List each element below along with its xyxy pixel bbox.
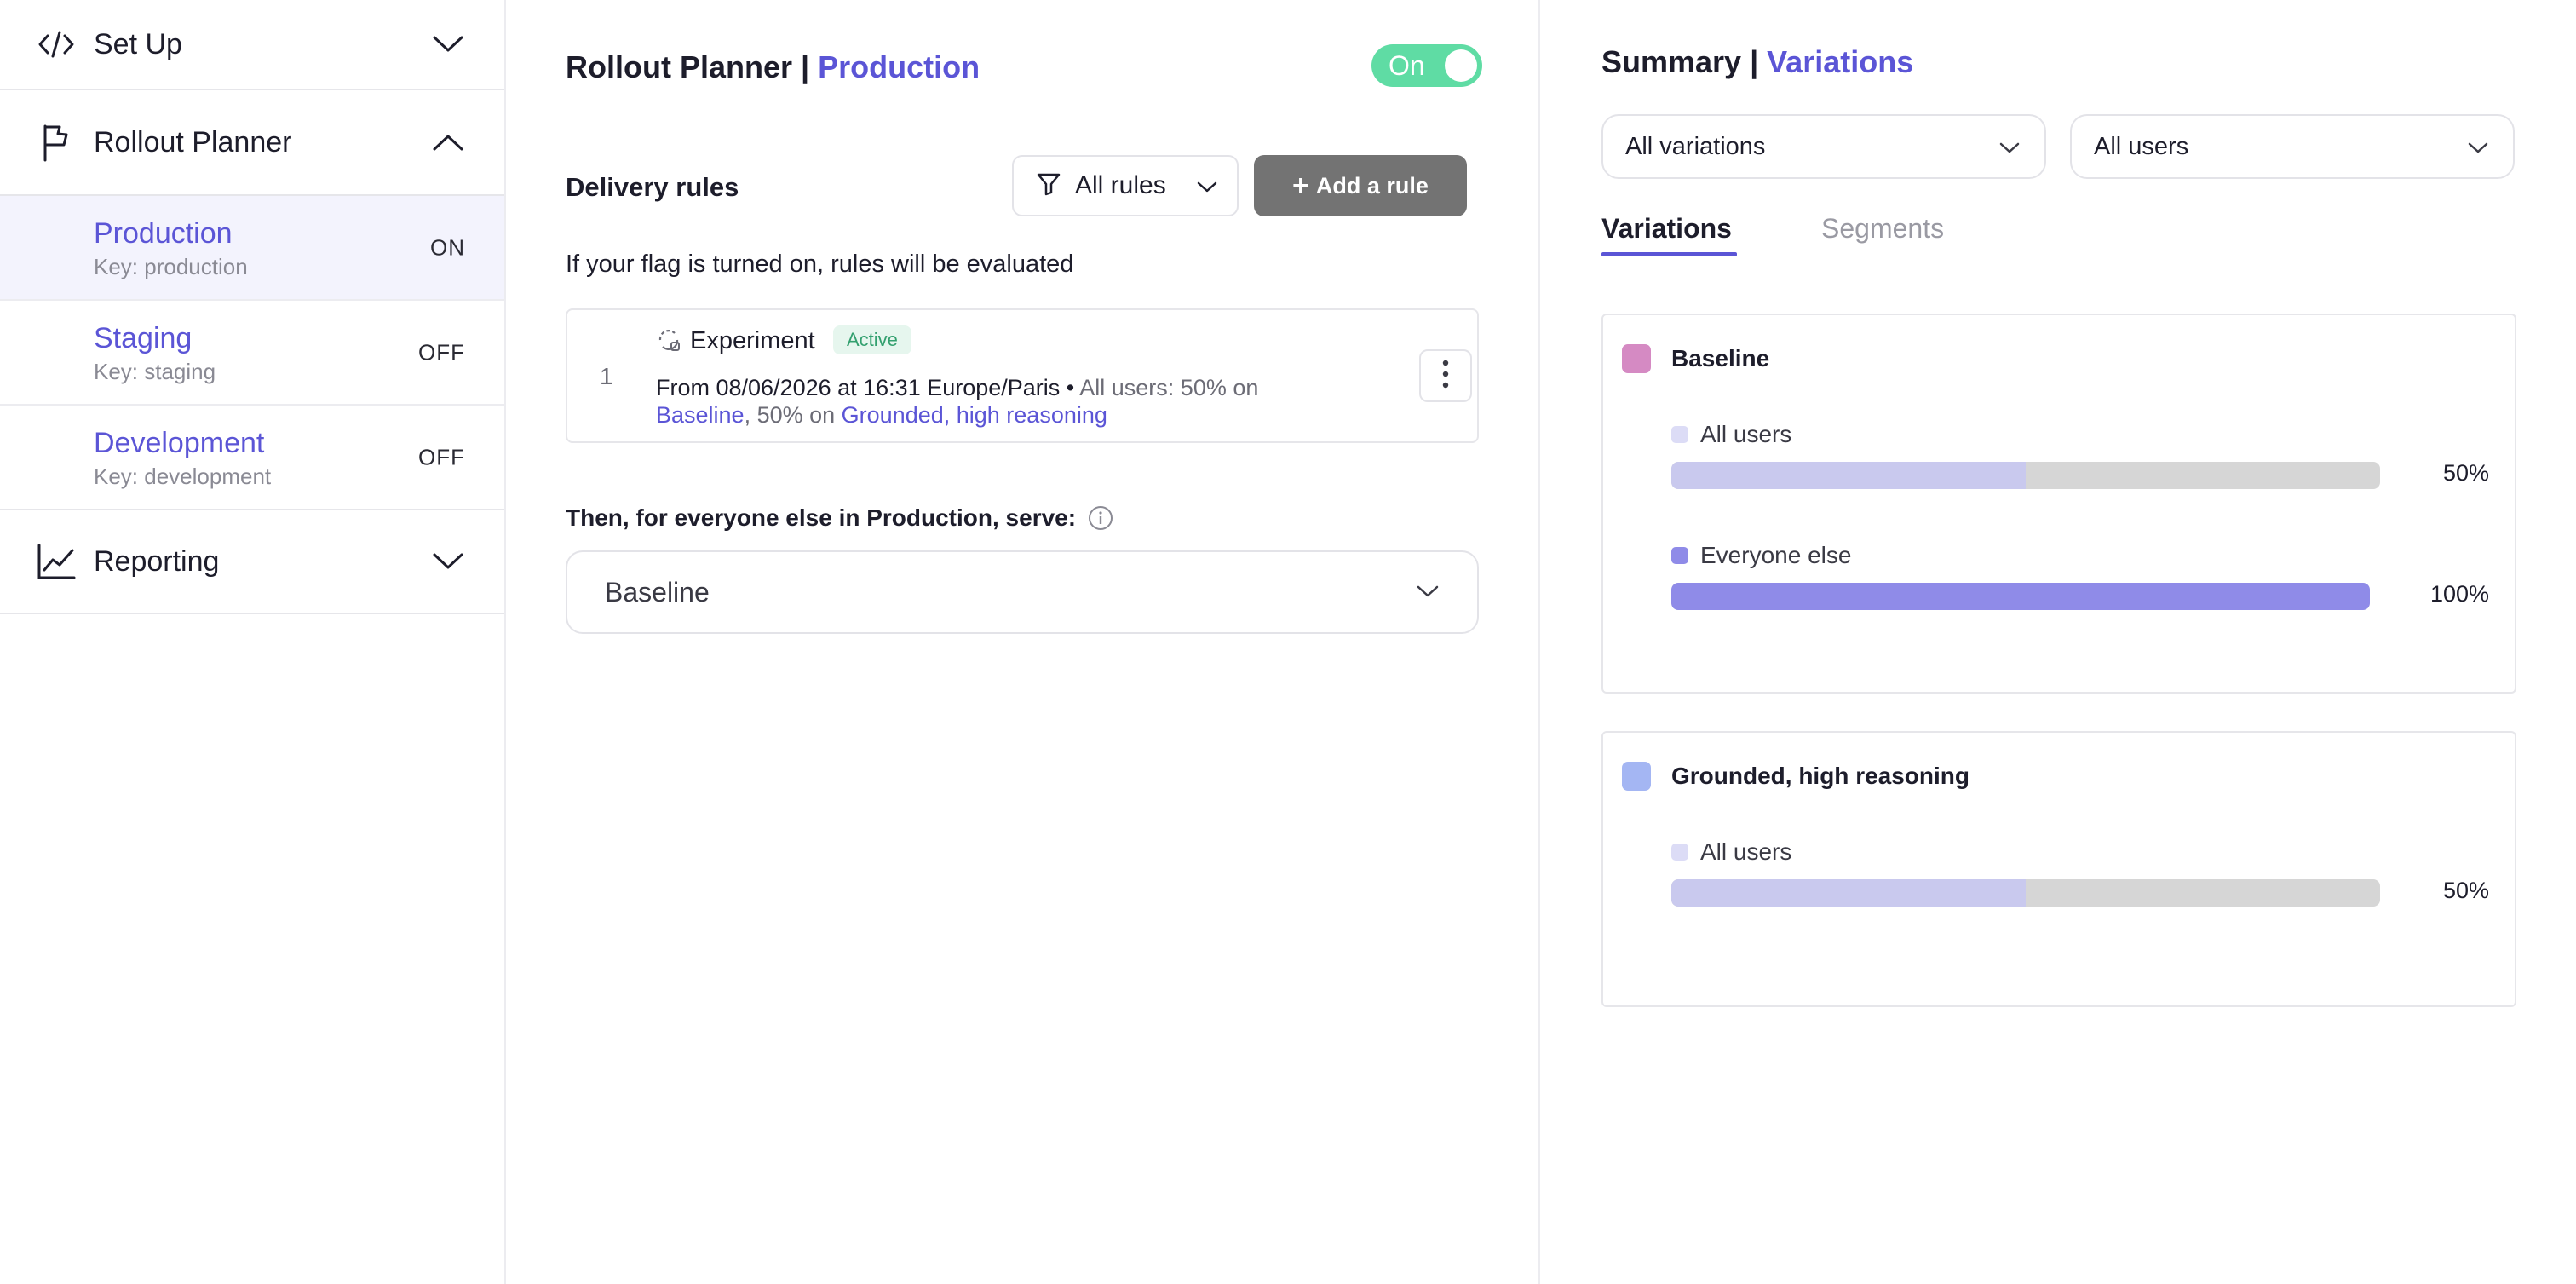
users-dropdown[interactable]: All users <box>2070 114 2515 179</box>
rule-split-text: , 50% on <box>744 402 842 428</box>
environment-state: OFF <box>418 339 465 365</box>
environment-state: ON <box>430 234 465 260</box>
allocation-bar <box>1671 879 2380 907</box>
sidebar-section-reporting[interactable]: Reporting <box>0 510 504 614</box>
rules-filter-dropdown[interactable]: All rules <box>1012 155 1239 216</box>
rule-schedule-text: From 08/06/2026 at 16:31 Europe/Paris • <box>656 375 1080 400</box>
status-badge: Active <box>833 325 911 354</box>
summary-title: Summary | Variations <box>1601 44 1913 80</box>
segment-label: All users <box>1671 421 2489 448</box>
variation-name: Baseline <box>1671 345 1770 371</box>
more-vertical-icon <box>1442 360 1449 393</box>
variations-dropdown[interactable]: All variations <box>1601 114 2046 179</box>
allocation-percent: 100% <box>2429 581 2489 607</box>
tab-segments[interactable]: Segments <box>1821 213 1944 245</box>
chevron-down-icon <box>2465 135 2491 167</box>
page-title-prefix: Rollout Planner | <box>566 49 819 84</box>
allocation-bar-fill <box>1671 583 2370 610</box>
tab-variations[interactable]: Variations <box>1601 213 1737 256</box>
rule-type: Experiment <box>690 327 815 354</box>
flag-icon <box>36 122 77 163</box>
environment-state: OFF <box>418 444 465 469</box>
variation-header: Grounded, high reasoning <box>1622 762 1969 791</box>
variation-link-baseline[interactable]: Baseline <box>656 402 745 428</box>
chevron-down-icon <box>1196 176 1218 202</box>
code-icon <box>36 24 77 65</box>
rollout-planner-panel: Rollout Planner | Production On Delivery… <box>508 0 1540 1284</box>
allocation-bar-fill <box>1671 462 2026 489</box>
rules-hint: If your flag is turned on, rules will be… <box>566 250 1074 278</box>
filter-icon <box>1036 171 1061 201</box>
sidebar-item-staging[interactable]: Staging Key: staging OFF <box>0 301 504 406</box>
info-icon[interactable] <box>1088 505 1113 531</box>
add-rule-button[interactable]: + Add a rule <box>1254 155 1467 216</box>
summary-panel: Summary | Variations All variations All … <box>1542 0 2576 1284</box>
variations-dropdown-value: All variations <box>1625 132 1766 160</box>
rule-split: Baseline, 50% on Grounded, high reasonin… <box>656 402 1107 429</box>
chevron-down-icon <box>1997 135 2022 167</box>
segment-label: All users <box>1671 838 2489 866</box>
plus-icon: + <box>1292 169 1309 202</box>
rule-schedule: From 08/06/2026 at 16:31 Europe/Paris • … <box>656 375 1258 401</box>
variation-card-baseline: Baseline All users 50% Everyone else 100… <box>1601 314 2516 694</box>
variation-card-grounded-high-reasoning: Grounded, high reasoning All users 50% <box>1601 731 2516 1007</box>
page-title-environment: Production <box>818 49 980 84</box>
segment-dot <box>1671 426 1688 443</box>
sidebar: Set Up Rollout Planner Production Key: p… <box>0 0 506 1284</box>
variation-color-swatch <box>1622 344 1651 373</box>
rule-number: 1 <box>600 363 613 389</box>
sidebar-section-rollout-planner[interactable]: Rollout Planner <box>0 90 504 196</box>
chevron-down-icon <box>1414 578 1441 609</box>
summary-title-prefix: Summary | <box>1601 44 1768 79</box>
allocation-bar <box>1671 583 2370 610</box>
experiment-icon <box>656 327 683 354</box>
segment-allocation: Everyone else 100% <box>1671 542 2489 610</box>
allocation-percent: 50% <box>2442 460 2489 486</box>
default-serve-value: Baseline <box>605 576 710 607</box>
app-root: Set Up Rollout Planner Production Key: p… <box>0 0 2576 1284</box>
default-serve-text: Then, for everyone else in Production, s… <box>566 504 1077 531</box>
users-dropdown-value: All users <box>2094 132 2189 160</box>
segment-label: Everyone else <box>1671 542 2489 569</box>
variation-header: Baseline <box>1622 344 1769 373</box>
sidebar-section-setup[interactable]: Set Up <box>0 0 504 90</box>
rule-audience: All users: 50% on <box>1079 375 1259 400</box>
sidebar-section-label: Rollout Planner <box>94 125 292 158</box>
variation-color-swatch <box>1622 762 1651 791</box>
rule-menu-button[interactable] <box>1419 349 1472 402</box>
chevron-down-icon[interactable] <box>431 544 465 579</box>
segment-dot <box>1671 844 1688 861</box>
allocation-percent: 50% <box>2442 878 2489 903</box>
sidebar-item-development[interactable]: Development Key: development OFF <box>0 406 504 510</box>
rule-card[interactable]: 1 Experiment Active From 08/06/2026 at 1… <box>566 308 1479 443</box>
segment-name: All users <box>1700 838 1792 865</box>
delivery-rules-heading: Delivery rules <box>566 172 739 202</box>
default-serve-label: Then, for everyone else in Production, s… <box>566 504 1113 532</box>
toggle-knob <box>1445 49 1477 82</box>
sidebar-section-label: Reporting <box>94 544 220 578</box>
segment-allocation: All users 50% <box>1671 838 2489 907</box>
segment-allocation: All users 50% <box>1671 421 2489 489</box>
segment-name: All users <box>1700 421 1792 447</box>
flag-toggle[interactable]: On <box>1371 44 1482 87</box>
add-rule-label: Add a rule <box>1315 172 1429 199</box>
variation-link-grounded[interactable]: Grounded, high reasoning <box>842 402 1107 428</box>
segment-dot <box>1671 547 1688 564</box>
chart-line-icon <box>36 541 77 582</box>
allocation-bar <box>1671 462 2380 489</box>
variation-name: Grounded, high reasoning <box>1671 763 1969 789</box>
chevron-down-icon[interactable] <box>431 27 465 61</box>
page-title: Rollout Planner | Production <box>566 49 980 85</box>
segment-name: Everyone else <box>1700 542 1852 568</box>
summary-title-accent: Variations <box>1767 44 1914 79</box>
sidebar-section-label: Set Up <box>94 27 182 60</box>
filter-label: All rules <box>1075 171 1166 199</box>
sidebar-item-production[interactable]: Production Key: production ON <box>0 196 504 301</box>
toggle-label: On <box>1389 49 1425 81</box>
allocation-bar-fill <box>1671 879 2026 907</box>
default-serve-select[interactable]: Baseline <box>566 550 1479 634</box>
chevron-up-icon[interactable] <box>431 125 465 159</box>
